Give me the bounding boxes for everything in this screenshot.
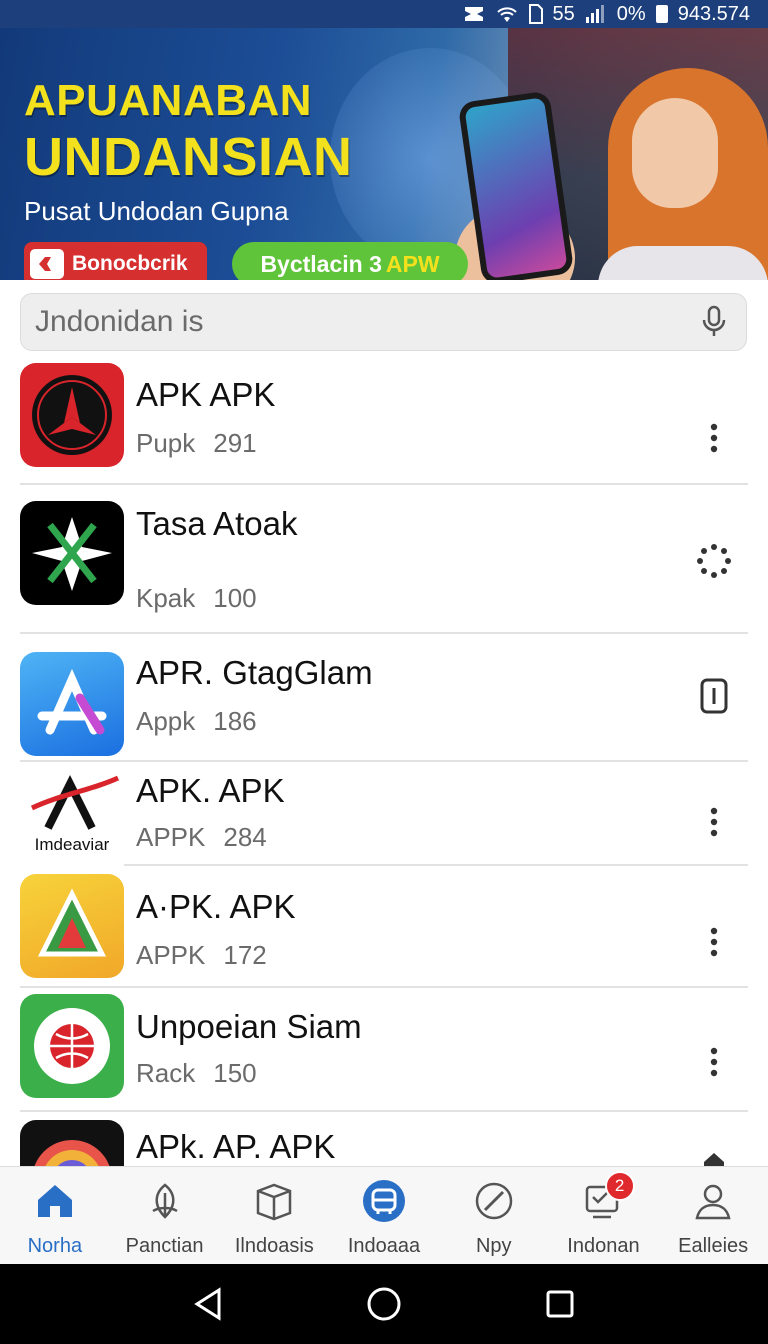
banner-cta-label: Byctlacin 3 (260, 250, 382, 277)
user-icon (691, 1179, 735, 1223)
banner-title-line1: APUANABAN (24, 76, 313, 125)
app-name: Unpoeian Siam (136, 1008, 362, 1045)
status-bar: 55 0% 943.574 (0, 0, 768, 28)
banner-subtitle: Pusat Undodan Gupna (24, 196, 289, 226)
app-meta-value: 172 (223, 940, 267, 970)
nav-item-indonan[interactable]: 2 Indonan (549, 1167, 659, 1264)
banner-cta-button[interactable]: Byctlacin 3 APW (232, 242, 468, 280)
battery-icon (655, 5, 668, 23)
app-meta-label: APPK (136, 940, 206, 970)
battery-percent: 0% (616, 2, 646, 25)
app-icon-colorful-circle (20, 1120, 124, 1166)
nav-label: Npy (475, 1235, 512, 1257)
notification-badge: 2 (604, 1171, 635, 1201)
app-meta-value: 100 (213, 583, 257, 613)
list-item[interactable]: Unpoeian Siam Rack 150 (20, 988, 748, 1112)
clock: 943.574 (677, 2, 750, 25)
list-item[interactable]: A·PK. APK APPK 172 (20, 866, 748, 988)
sim-icon (528, 4, 543, 24)
signal-bars-icon (585, 5, 607, 23)
app-icon-caption: Imdeaviar (34, 835, 110, 854)
list-item[interactable]: APK APK Pupk 291 (20, 358, 748, 485)
list-item[interactable]: Tasa Atoak Kpak 100 (20, 485, 748, 634)
box-icon (252, 1179, 296, 1223)
app-name: APk. AP. APK (136, 1128, 336, 1165)
banner-brand-label: Bonocbcrik (72, 252, 188, 275)
home-icon (33, 1179, 77, 1223)
app-name: APR. GtagGlam (136, 654, 373, 691)
app-meta-value: 150 (213, 1058, 257, 1088)
app-meta: APPK 284 (136, 822, 267, 853)
nav-label: Panctian (125, 1235, 204, 1257)
banner-person-image (598, 68, 768, 280)
search-bar[interactable]: Jndonidan is (20, 293, 747, 351)
app-name: Tasa Atoak (136, 505, 298, 542)
app-icon-yellow-a (20, 874, 124, 978)
recents-icon[interactable] (540, 1284, 580, 1324)
more-vertical-icon[interactable] (694, 1040, 734, 1084)
nav-label: Ilndoasis (234, 1235, 314, 1257)
nav-item-npy[interactable]: Npy (439, 1167, 549, 1264)
app-icon-star-black (20, 501, 124, 605)
mic-icon[interactable] (696, 304, 732, 340)
list-item[interactable]: Imdeaviar APK. APK APPK 284 (20, 762, 748, 872)
home-circle-icon[interactable] (364, 1284, 404, 1324)
app-meta-value: 186 (213, 706, 257, 736)
nav-label: Ealleies (678, 1235, 749, 1257)
more-vertical-icon[interactable] (694, 920, 734, 964)
nav-item-ealleies[interactable]: Ealleies (658, 1167, 768, 1264)
app-meta-label: APPK (136, 822, 206, 852)
bus-icon (362, 1179, 406, 1223)
leaf-icon (143, 1179, 187, 1223)
brand-logo-icon (30, 249, 64, 279)
app-meta: Rack 150 (136, 1058, 257, 1089)
home-icon[interactable] (694, 1140, 734, 1166)
nav-label: Norha (27, 1235, 83, 1257)
nav-item-ilndoasis[interactable]: Ilndoasis (219, 1167, 329, 1264)
nav-item-indoaaa[interactable]: Indoaaa (329, 1167, 439, 1264)
app-meta-label: Appk (136, 706, 196, 736)
app-icon-indeaviar: Imdeaviar (20, 768, 124, 872)
bottom-navigation: Norha Panctian Ilndoasis Indoaaa Npy 2 I… (0, 1166, 768, 1264)
app-name: APK. APK (136, 772, 285, 809)
app-icon-star-emblem (20, 363, 124, 467)
nav-item-panctian[interactable]: Panctian (110, 1167, 220, 1264)
compass-icon (472, 1179, 516, 1223)
app-meta-value: 291 (213, 428, 257, 458)
loading-spinner-icon (694, 539, 734, 583)
app-name: A·PK. APK (136, 888, 296, 925)
app-icon-app-store (20, 652, 124, 756)
banner-title-line2: UNDANSIAN (24, 127, 353, 187)
more-vertical-icon[interactable] (694, 416, 734, 460)
banner-brand-button[interactable]: Bonocbcrik (24, 242, 207, 280)
app-list[interactable]: APK APK Pupk 291 Tasa Atoak Kpak 100 APR. … (0, 358, 768, 1166)
back-icon[interactable] (188, 1284, 228, 1324)
app-meta-value: 284 (223, 822, 267, 852)
promo-banner[interactable]: APUANABAN UNDANSIAN Pusat Undodan Gupna … (0, 28, 768, 280)
search-input[interactable]: Jndonidan is (35, 305, 696, 339)
signal-text: 55 (552, 2, 575, 25)
app-meta: Pupk 291 (136, 428, 257, 459)
more-vertical-icon[interactable] (694, 800, 734, 844)
banner-cta-accent: APW (385, 250, 440, 277)
app-meta-label: Rack (136, 1058, 196, 1088)
notification-icon (463, 5, 485, 23)
app-meta: Appk 186 (136, 706, 257, 737)
list-item[interactable]: APk. AP. APK (20, 1112, 748, 1166)
wifi-icon (495, 4, 519, 24)
nav-label: Indonan (567, 1235, 640, 1257)
app-icon-globe (20, 994, 124, 1098)
open-app-icon[interactable] (694, 674, 734, 718)
app-name: APK APK (136, 376, 276, 413)
app-meta: Kpak 100 (136, 583, 257, 614)
list-item[interactable]: APR. GtagGlam Appk 186 (20, 634, 748, 762)
app-meta-label: Pupk (136, 428, 196, 458)
app-meta-label: Kpak (136, 583, 196, 613)
nav-label: Indoaaa (347, 1235, 421, 1257)
system-navigation-bar (0, 1264, 768, 1344)
app-meta: APPK 172 (136, 940, 267, 971)
nav-item-home[interactable]: Norha (0, 1167, 110, 1264)
